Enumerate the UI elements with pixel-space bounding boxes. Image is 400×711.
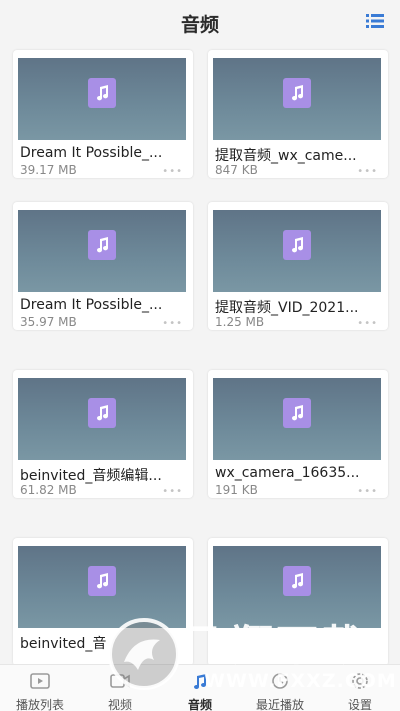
- tab-label: 最近播放: [255, 698, 304, 711]
- audio-thumbnail: [213, 210, 381, 292]
- audio-size: 1.25 MB: [215, 315, 265, 329]
- audio-size: 61.82 MB: [20, 483, 77, 497]
- audio-name: Dream It Possible_...: [20, 145, 163, 161]
- audio-name: 提取音频_wx_came...: [215, 148, 357, 164]
- more-options-icon[interactable]: •••: [357, 318, 378, 329]
- audio-card[interactable]: Dream It Possible_... 39.17 MB •••: [13, 50, 193, 178]
- more-options-icon[interactable]: •••: [162, 318, 183, 329]
- tab-recent[interactable]: 最近播放: [240, 665, 320, 711]
- audio-thumbnail: [213, 378, 381, 460]
- tab-settings[interactable]: 设置: [320, 665, 400, 711]
- audio-thumbnail: [213, 58, 381, 140]
- music-note-icon: [283, 78, 311, 108]
- audio-name: 提取音频_VID_2021...: [215, 300, 359, 316]
- app-header: 音频: [0, 0, 400, 44]
- audio-thumbnail: [18, 378, 186, 460]
- audio-thumbnail: [18, 58, 186, 140]
- audio-card[interactable]: 提取音频_wx_came... 847 KB •••: [208, 50, 388, 178]
- tab-video[interactable]: 视频: [80, 665, 160, 711]
- audio-card[interactable]: beinvited_音频编辑... 61.82 MB •••: [13, 370, 193, 498]
- audio-card[interactable]: beinvited_音: [13, 538, 193, 666]
- audio-card[interactable]: Dream It Possible_... 35.97 MB •••: [13, 202, 193, 330]
- video-icon: [110, 674, 130, 688]
- tab-label: 设置: [347, 698, 372, 711]
- audio-name: beinvited_音: [20, 636, 107, 652]
- more-options-icon[interactable]: •••: [357, 486, 378, 497]
- audio-thumbnail: [18, 546, 186, 628]
- tab-label: 播放列表: [15, 698, 64, 711]
- music-note-icon: [88, 398, 116, 428]
- music-note-icon: [88, 230, 116, 260]
- music-note-icon: [88, 78, 116, 108]
- list-icon[interactable]: [366, 13, 384, 29]
- audio-card[interactable]: wx_camera_16635... 191 KB •••: [208, 370, 388, 498]
- tab-audio[interactable]: 音频: [160, 665, 240, 711]
- more-options-icon[interactable]: •••: [162, 486, 183, 497]
- audio-name: wx_camera_16635...: [215, 465, 360, 481]
- music-note-icon: [88, 566, 116, 596]
- audio-size: 39.17 MB: [20, 163, 77, 177]
- history-icon: [272, 673, 288, 689]
- bottom-tab-bar: 播放列表 视频 音频 最近播放 设置: [0, 664, 400, 711]
- audio-card[interactable]: [208, 538, 388, 666]
- audio-thumbnail: [18, 210, 186, 292]
- audio-size: 847 KB: [215, 163, 258, 177]
- audio-icon: [194, 674, 206, 689]
- playlist-icon: [30, 673, 50, 689]
- settings-icon: [352, 673, 368, 689]
- tab-label: 音频: [187, 698, 212, 711]
- audio-name: beinvited_音频编辑...: [20, 468, 162, 484]
- more-options-icon[interactable]: •••: [357, 166, 378, 177]
- tab-label: 视频: [107, 698, 132, 711]
- more-options-icon[interactable]: •••: [162, 166, 183, 177]
- audio-thumbnail: [213, 546, 381, 628]
- audio-size: 191 KB: [215, 483, 258, 497]
- music-note-icon: [283, 566, 311, 596]
- audio-name: Dream It Possible_...: [20, 297, 163, 313]
- tab-playlist[interactable]: 播放列表: [0, 665, 80, 711]
- audio-card[interactable]: 提取音频_VID_2021... 1.25 MB •••: [208, 202, 388, 330]
- page-title: 音频: [180, 14, 219, 36]
- music-note-icon: [283, 398, 311, 428]
- music-note-icon: [283, 230, 311, 260]
- audio-size: 35.97 MB: [20, 315, 77, 329]
